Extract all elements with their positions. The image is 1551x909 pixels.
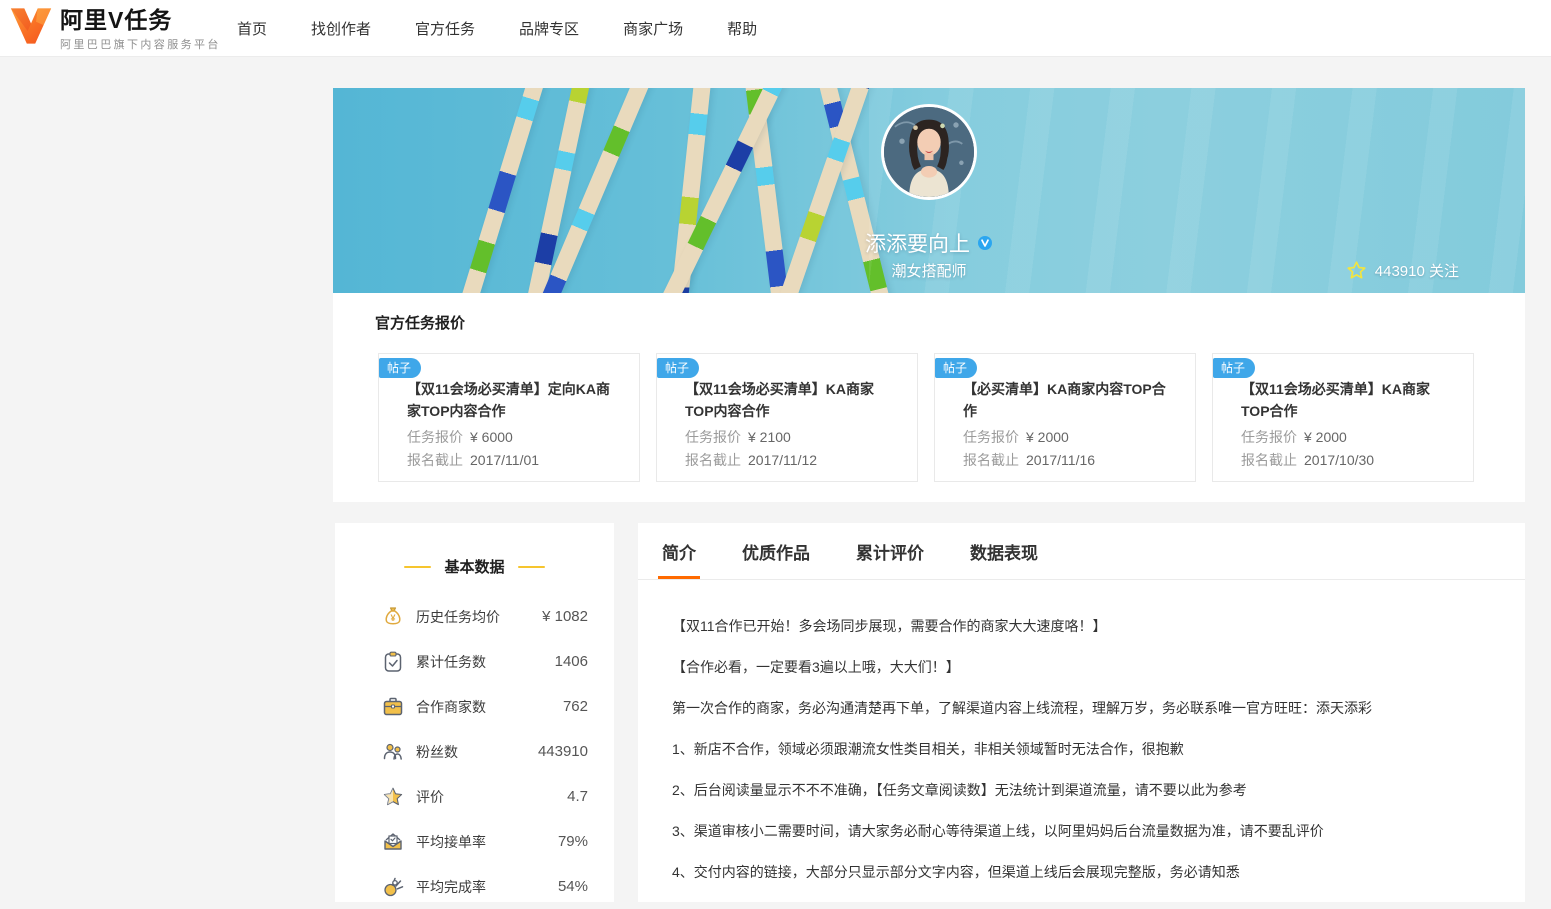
stat-row-rating: 评价 4.7 — [335, 774, 614, 819]
task-deadline-value: 2017/10/30 — [1304, 452, 1375, 468]
tab-intro[interactable]: 简介 — [658, 523, 700, 579]
task-price-value: ¥ 6000 — [470, 429, 513, 445]
stat-value: 762 — [562, 698, 588, 715]
site-title: 阿里V任务 — [60, 7, 173, 33]
envelope-check-icon — [381, 830, 405, 854]
intro-paragraph: 4、交付内容的链接，大部分只显示部分文字内容，但渠道上线后会展现完整版，务必请知… — [672, 864, 1240, 880]
task-deadline-value: 2017/11/01 — [470, 452, 540, 468]
intro-paragraph: 【合作必看，一定要看3遍以上哦，大大们！】 — [672, 659, 960, 675]
nav-item-brand-zone[interactable]: 品牌专区 — [519, 18, 579, 39]
logo-v-icon — [10, 7, 52, 50]
tab-cumulative-reviews[interactable]: 累计评价 — [856, 523, 924, 579]
nav-item-home[interactable]: 首页 — [237, 18, 267, 39]
star-outline-icon — [1346, 260, 1367, 281]
task-card[interactable]: 帖子 【必买清单】KA商家内容TOP合作 任务报价 ¥ 2000 报名截止 2017… — [934, 353, 1196, 482]
post-type-badge: 帖子 — [1213, 358, 1256, 378]
intro-paragraph: 2、后台阅读量显示不不不准确，【任务文章阅读数】无法统计到渠道流量，请不要以此为… — [672, 782, 1247, 798]
money-bag-icon: ¥ — [381, 605, 405, 629]
stat-row-avg-price: ¥ 历史任务均价 ¥ 1082 — [335, 594, 614, 639]
level-badge-icon — [977, 235, 993, 251]
profile-name: 添添要向上 — [865, 233, 970, 256]
task-price-label: 任务报价 — [685, 429, 741, 445]
task-deadline-label: 报名截止 — [407, 452, 463, 468]
stat-label: 合作商家数 — [416, 698, 486, 715]
task-price-value: ¥ 2000 — [1304, 429, 1347, 445]
followers-count: 443910 关注 — [1346, 260, 1459, 281]
profile-avatar — [881, 104, 977, 200]
task-price-label: 任务报价 — [407, 429, 463, 445]
post-type-badge: 帖子 — [379, 358, 422, 378]
nav-item-official-tasks[interactable]: 官方任务 — [415, 18, 475, 39]
followers-count-text: 443910 关注 — [1374, 263, 1459, 280]
nav-item-find-creators[interactable]: 找创作者 — [311, 18, 371, 39]
profile-detail-panel: 简介 优质作品 累计评价 数据表现 【双11合作已开始！多会场同步展现，需要合作… — [638, 523, 1525, 902]
stat-label: 平均接单率 — [416, 833, 486, 850]
star-icon — [381, 785, 405, 809]
task-deadline-label: 报名截止 — [1241, 452, 1297, 468]
task-price-label: 任务报价 — [963, 429, 1019, 445]
title-dash-left — [404, 565, 432, 568]
task-card[interactable]: 帖子 【双11会场必买清单】定向KA商家TOP内容合作 任务报价 ¥ 6000 报… — [378, 353, 640, 482]
stat-label: 评价 — [416, 788, 444, 805]
official-task-quotes-panel: 官方任务报价 帖子 【双11会场必买清单】定向KA商家TOP内容合作 任务报价 ¥… — [333, 293, 1525, 502]
svg-text:¥: ¥ — [390, 612, 395, 622]
site-subtitle: 阿里巴巴旗下内容服务平台 — [60, 39, 221, 51]
stat-row-partner-merchants: 合作商家数 762 — [335, 684, 614, 729]
basic-data-title: 基本数据 — [335, 556, 614, 577]
stat-label: 累计任务数 — [416, 653, 486, 670]
stat-value: 4.7 — [567, 788, 588, 805]
detail-tabs: 简介 优质作品 累计评价 数据表现 — [638, 523, 1525, 580]
section-title-official-task-quotes: 官方任务报价 — [375, 315, 466, 332]
main-nav: 首页 找创作者 官方任务 品牌专区 商家广场 帮助 — [237, 0, 757, 57]
tab-featured-works[interactable]: 优质作品 — [742, 523, 810, 579]
basic-data-title-text: 基本数据 — [444, 559, 505, 576]
basic-data-panel: 基本数据 ¥ 历史任务均价 ¥ 1082 累计任务数 1406 合作商家数 76… — [335, 523, 614, 902]
task-price-value: ¥ 2000 — [1026, 429, 1069, 445]
title-dash-right — [517, 565, 545, 568]
stat-label: 粉丝数 — [416, 743, 458, 760]
stat-value: 443910 — [537, 743, 588, 760]
task-deadline-value: 2017/11/16 — [1026, 452, 1096, 468]
ok-hand-icon — [381, 875, 405, 899]
nav-item-help[interactable]: 帮助 — [727, 18, 757, 39]
top-nav-bar: 阿里V任务 阿里巴巴旗下内容服务平台 首页 找创作者 官方任务 品牌专区 商家广… — [0, 0, 1551, 57]
stat-value: 54% — [557, 878, 588, 895]
task-card-list: 帖子 【双11会场必买清单】定向KA商家TOP内容合作 任务报价 ¥ 6000 报… — [378, 353, 1474, 482]
stat-row-total-tasks: 累计任务数 1406 — [335, 639, 614, 684]
intro-content: 【双11合作已开始！多会场同步展现，需要合作的商家大大速度咯！】 【合作必看，一… — [638, 580, 1525, 880]
stat-label: 平均完成率 — [416, 878, 486, 895]
briefcase-icon — [381, 695, 405, 719]
tab-data-performance[interactable]: 数据表现 — [970, 523, 1038, 579]
task-price-value: ¥ 2100 — [748, 429, 791, 445]
site-logo[interactable]: 阿里V任务 阿里巴巴旗下内容服务平台 — [10, 7, 221, 52]
profile-banner: 添添要向上 潮女搭配师 443910 关注 — [333, 88, 1525, 293]
stat-row-acceptance-rate: 平均接单率 79% — [335, 819, 614, 864]
nav-item-merchant-plaza[interactable]: 商家广场 — [623, 18, 683, 39]
task-deadline-value: 2017/11/12 — [748, 452, 818, 468]
task-price-label: 任务报价 — [1241, 429, 1297, 445]
intro-paragraph: 第一次合作的商家，务必沟通清楚再下单，了解渠道内容上线流程，理解万岁，务必联系唯… — [672, 700, 1372, 716]
post-type-badge: 帖子 — [657, 358, 700, 378]
task-deadline-label: 报名截止 — [963, 452, 1019, 468]
intro-paragraph: 【双11合作已开始！多会场同步展现，需要合作的商家大大速度咯！】 — [672, 618, 1107, 634]
intro-paragraph: 1、新店不合作，领域必须跟潮流女性类目相关，非相关领域暂时无法合作，很抱歉 — [672, 741, 1184, 757]
stat-value: 1406 — [554, 653, 588, 670]
stat-label: 历史任务均价 — [416, 608, 500, 625]
task-card[interactable]: 帖子 【双11会场必买清单】KA商家TOP内容合作 任务报价 ¥ 2100 报名截… — [656, 353, 918, 482]
task-card[interactable]: 帖子 【双11会场必买清单】KA商家TOP合作 任务报价 ¥ 2000 报名截止 2… — [1212, 353, 1474, 482]
stat-value: ¥ 1082 — [542, 608, 588, 625]
intro-paragraph: 3、渠道审核小二需要时间，请大家务必耐心等待渠道上线，以阿里妈妈后台流量数据为准… — [672, 823, 1324, 839]
stat-row-followers: 粉丝数 443910 — [335, 729, 614, 774]
people-icon — [381, 740, 405, 764]
stat-row-completion-rate: 平均完成率 54% — [335, 864, 614, 909]
clipboard-check-icon — [381, 650, 405, 674]
task-deadline-label: 报名截止 — [685, 452, 741, 468]
post-type-badge: 帖子 — [935, 358, 978, 378]
stat-value: 79% — [557, 833, 588, 850]
